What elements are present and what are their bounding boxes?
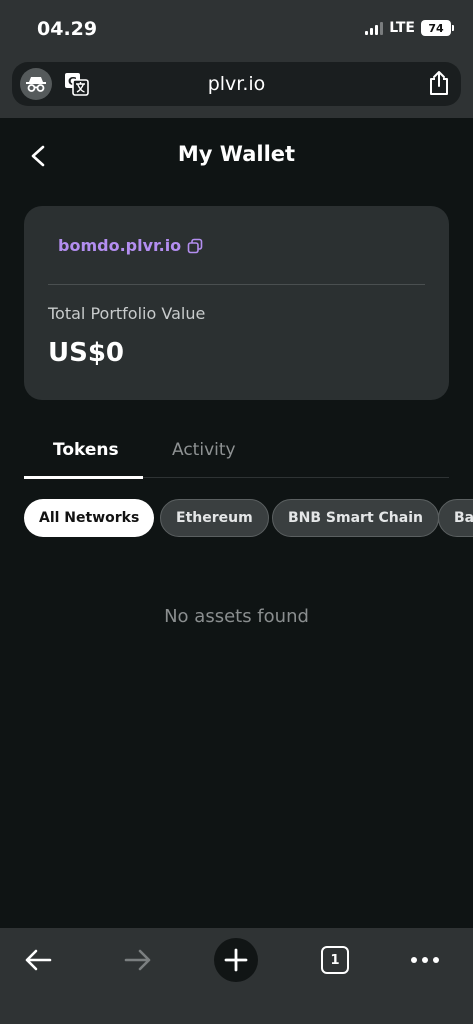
page-title: My Wallet	[177, 142, 296, 166]
tab-tokens[interactable]: Tokens	[53, 440, 119, 460]
wallet-address[interactable]: bomdo.plvr.io	[58, 236, 181, 255]
portfolio-value: US$0	[48, 338, 125, 368]
address-bar[interactable]: G plvr.io	[12, 62, 461, 106]
network-type: LTE	[389, 20, 415, 36]
arrow-left-icon	[25, 949, 52, 971]
tab-count: 1	[321, 946, 349, 974]
tabs-button[interactable]: 1	[313, 938, 357, 982]
active-tab-indicator	[24, 476, 143, 479]
battery-level: 74	[428, 21, 444, 35]
chip-ethereum[interactable]: Ethereum	[160, 499, 269, 537]
portfolio-label: Total Portfolio Value	[48, 304, 206, 323]
url-text[interactable]: plvr.io	[12, 73, 461, 95]
share-icon[interactable]	[427, 70, 451, 96]
chip-all-networks[interactable]: All Networks	[24, 499, 155, 537]
wallet-card: bomdo.plvr.io Total Portfolio Value US$0	[24, 206, 449, 400]
plus-icon	[224, 948, 248, 972]
chip-base[interactable]: Bas	[438, 499, 473, 537]
arrow-right-icon	[124, 949, 151, 971]
signal-icon	[365, 21, 384, 35]
app-header: My Wallet	[0, 118, 473, 190]
wallet-address-row[interactable]: bomdo.plvr.io	[58, 236, 203, 255]
empty-state: No assets found	[164, 606, 309, 627]
network-filter: All Networks Ethereum BNB Smart Chain Ba…	[24, 498, 473, 538]
new-tab-button[interactable]	[214, 938, 258, 982]
browser-toolbar: 1	[0, 928, 473, 1024]
more-dots-icon	[411, 957, 439, 963]
status-indicators: LTE 74	[365, 20, 454, 36]
battery-icon: 74	[421, 20, 454, 36]
chip-bnb-smart-chain[interactable]: BNB Smart Chain	[272, 499, 439, 537]
more-button[interactable]	[403, 938, 447, 982]
browser-forward-button[interactable]	[116, 938, 160, 982]
tab-activity[interactable]: Activity	[172, 440, 236, 460]
browser-back-button[interactable]	[16, 938, 60, 982]
browser-bar: G plvr.io	[0, 58, 473, 118]
status-time: 04.29	[37, 18, 98, 40]
status-bar: 04.29 LTE 74	[0, 0, 473, 58]
wallet-tabs: Tokens Activity	[24, 432, 449, 479]
card-divider	[48, 284, 425, 285]
copy-icon[interactable]	[187, 238, 203, 254]
